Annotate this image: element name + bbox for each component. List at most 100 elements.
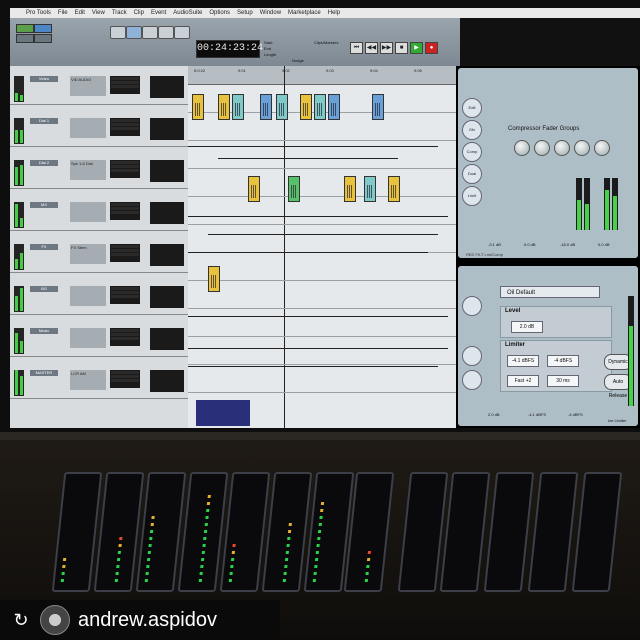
track-header[interactable]: Video VID AUDIO bbox=[10, 74, 188, 105]
makeup-knob[interactable] bbox=[594, 140, 610, 156]
release-knob[interactable] bbox=[574, 140, 590, 156]
track-name[interactable]: BG bbox=[30, 286, 58, 292]
track-inserts[interactable] bbox=[150, 244, 184, 266]
level-field[interactable]: 2.0 dB bbox=[511, 321, 543, 333]
audio-clip[interactable] bbox=[276, 94, 288, 120]
track-comment[interactable] bbox=[70, 286, 106, 306]
menu-audiosuite[interactable]: AudioSuite bbox=[173, 10, 202, 16]
pencil-tool-button[interactable] bbox=[174, 26, 190, 39]
limiter-tab-c[interactable] bbox=[462, 370, 482, 390]
shuffle-mode-button[interactable] bbox=[16, 24, 34, 33]
audio-clip[interactable] bbox=[344, 176, 356, 202]
ratio-knob[interactable] bbox=[534, 140, 550, 156]
trim-tool-button[interactable] bbox=[126, 26, 142, 39]
track-io[interactable] bbox=[110, 244, 140, 262]
stop-button[interactable]: ■ bbox=[395, 42, 408, 54]
audio-clip[interactable] bbox=[328, 94, 340, 120]
rewind-button[interactable]: ◀◀ bbox=[365, 42, 378, 54]
audio-clip[interactable] bbox=[208, 266, 220, 292]
playhead[interactable] bbox=[284, 66, 285, 428]
audio-clip[interactable] bbox=[314, 94, 326, 120]
track-io[interactable] bbox=[110, 328, 140, 346]
main-counter[interactable]: 00:24:23:24 bbox=[196, 40, 263, 58]
fast-field[interactable]: Fast +2 bbox=[507, 375, 539, 387]
audio-clip[interactable] bbox=[364, 176, 376, 202]
grabber-tool-button[interactable] bbox=[158, 26, 174, 39]
track-comment[interactable] bbox=[70, 118, 106, 138]
edit-window-timeline[interactable]: 5:0:22 9:01 9:02 9:03 9:04 9:05 bbox=[188, 66, 456, 428]
return-to-zero-button[interactable]: ⏮ bbox=[350, 42, 363, 54]
track-io[interactable] bbox=[110, 118, 140, 136]
track-name[interactable]: FX bbox=[30, 244, 58, 250]
avatar[interactable] bbox=[40, 605, 70, 635]
tab-dual[interactable]: Dual bbox=[462, 164, 482, 184]
preset-selector[interactable]: Oil Default bbox=[500, 286, 600, 298]
track-comment[interactable] bbox=[70, 202, 106, 222]
track-io[interactable] bbox=[110, 160, 140, 178]
track-name[interactable]: Video bbox=[30, 76, 58, 82]
audio-clip[interactable] bbox=[232, 94, 244, 120]
limiter-tab-b[interactable] bbox=[462, 346, 482, 366]
menu-clip[interactable]: Clip bbox=[134, 10, 144, 16]
threshold-knob[interactable] bbox=[514, 140, 530, 156]
track-name[interactable]: MASTER bbox=[30, 370, 58, 376]
play-button[interactable]: ▶ bbox=[410, 42, 423, 54]
track-inserts[interactable] bbox=[150, 160, 184, 182]
audio-clip[interactable] bbox=[300, 94, 312, 120]
track-header[interactable]: FX FX Stem bbox=[10, 242, 188, 273]
fast-forward-button[interactable]: ▶▶ bbox=[380, 42, 393, 54]
menu-setup[interactable]: Setup bbox=[237, 10, 253, 16]
track-inserts[interactable] bbox=[150, 328, 184, 350]
track-header[interactable]: Music bbox=[10, 326, 188, 357]
tab-comp[interactable]: Comp bbox=[462, 142, 482, 162]
track-comment[interactable] bbox=[70, 328, 106, 348]
limiter-tab-a[interactable] bbox=[462, 296, 482, 316]
track-io[interactable] bbox=[110, 286, 140, 304]
clips-markers-label[interactable]: Clips/Markers bbox=[314, 40, 338, 45]
zoomer-tool-button[interactable] bbox=[110, 26, 126, 39]
track-inserts[interactable] bbox=[150, 286, 184, 308]
spot-mode-button[interactable] bbox=[16, 34, 34, 43]
audio-clip[interactable] bbox=[260, 94, 272, 120]
menu-marketplace[interactable]: Marketplace bbox=[288, 10, 321, 16]
track-name[interactable]: Music bbox=[30, 328, 58, 334]
menu-edit[interactable]: Edit bbox=[75, 10, 85, 16]
track-inserts[interactable] bbox=[150, 202, 184, 224]
audio-clip[interactable] bbox=[192, 94, 204, 120]
menu-window[interactable]: Window bbox=[260, 10, 281, 16]
track-name[interactable]: Dial 2 bbox=[30, 160, 58, 166]
menu-view[interactable]: View bbox=[92, 10, 105, 16]
automation-line[interactable] bbox=[188, 252, 428, 253]
audio-clip[interactable] bbox=[288, 176, 300, 202]
menu-options[interactable]: Options bbox=[209, 10, 230, 16]
automation-line[interactable] bbox=[188, 316, 448, 317]
track-header[interactable]: MX bbox=[10, 200, 188, 231]
track-comment[interactable]: FX Stem bbox=[70, 244, 106, 264]
automation-line[interactable] bbox=[188, 216, 448, 217]
automation-line[interactable] bbox=[188, 146, 438, 147]
track-header[interactable]: MASTER LCR AM bbox=[10, 368, 188, 399]
track-inserts[interactable] bbox=[150, 118, 184, 140]
slip-mode-button[interactable] bbox=[34, 24, 52, 33]
track-io[interactable] bbox=[110, 202, 140, 220]
track-comment[interactable]: VID AUDIO bbox=[70, 76, 106, 96]
grid-mode-button[interactable] bbox=[34, 34, 52, 43]
menu-help[interactable]: Help bbox=[328, 10, 340, 16]
username[interactable]: andrew.aspidov bbox=[78, 609, 217, 632]
menu-event[interactable]: Event bbox=[151, 10, 166, 16]
track-inserts[interactable] bbox=[150, 76, 184, 98]
automation-line[interactable] bbox=[188, 348, 448, 349]
audio-clip[interactable] bbox=[218, 94, 230, 120]
audio-clip[interactable] bbox=[388, 176, 400, 202]
ceiling-field[interactable]: -4 dBFS bbox=[547, 355, 579, 367]
track-comment[interactable]: Spk 1-6 Dial bbox=[70, 160, 106, 180]
automation-line[interactable] bbox=[208, 234, 438, 235]
menu-pro-tools[interactable]: Pro Tools bbox=[26, 10, 51, 16]
menu-track[interactable]: Track bbox=[112, 10, 127, 16]
time-field[interactable]: 30 ms bbox=[547, 375, 579, 387]
track-inserts[interactable] bbox=[150, 370, 184, 392]
record-button[interactable]: ● bbox=[425, 42, 438, 54]
threshold-field[interactable]: -4.1 dBFS bbox=[507, 355, 539, 367]
track-io[interactable] bbox=[110, 76, 140, 94]
automation-line[interactable] bbox=[218, 158, 398, 159]
